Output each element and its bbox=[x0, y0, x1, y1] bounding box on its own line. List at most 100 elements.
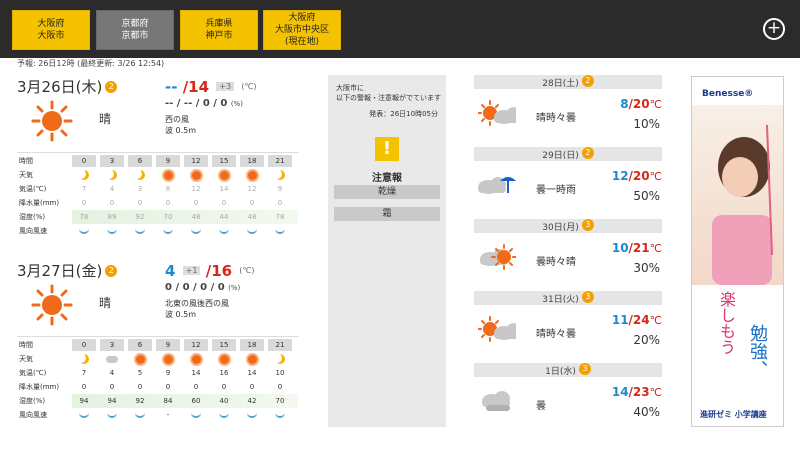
grid-cell: 0 bbox=[165, 199, 171, 207]
ad-brand: Benesse® bbox=[702, 89, 754, 99]
grid-cell bbox=[184, 353, 208, 365]
grid-cell: 70 bbox=[275, 397, 285, 405]
grid-cell: 48 bbox=[191, 213, 201, 221]
grid-cell bbox=[212, 225, 236, 237]
grid-cell: 21 bbox=[268, 339, 292, 351]
week-temp: 10/21℃ bbox=[612, 241, 662, 255]
sun-cloud-icon bbox=[478, 100, 516, 126]
grid-cell: 10 bbox=[275, 369, 285, 377]
grid-cell bbox=[268, 409, 292, 421]
add-location-button[interactable]: + bbox=[763, 18, 785, 40]
grid-cell: 0 bbox=[249, 383, 255, 391]
grid-cell bbox=[100, 353, 124, 365]
week-day-header: 31日(火) 3 bbox=[474, 291, 662, 305]
grid-cell bbox=[184, 169, 208, 181]
grid-cell: 94 bbox=[79, 397, 89, 405]
grid-cell: 0 bbox=[193, 199, 199, 207]
wind-icon bbox=[247, 410, 257, 418]
grid-cell: 0 bbox=[72, 339, 96, 351]
week-max-temp: /23 bbox=[628, 385, 650, 399]
max-temp: /16 bbox=[205, 262, 233, 280]
grid-cell: 8 bbox=[165, 185, 171, 193]
grid-cell bbox=[100, 225, 124, 237]
week-temp: 8/20℃ bbox=[620, 97, 662, 111]
ad-copy-1: 勉強、 bbox=[747, 324, 768, 378]
week-day-header: 28日(土) 2 bbox=[474, 75, 662, 89]
sun-icon bbox=[163, 171, 173, 180]
grid-cell: 9 bbox=[165, 369, 171, 377]
grid-cell: 60 bbox=[191, 397, 201, 405]
sun-icon bbox=[247, 171, 257, 180]
week-min-temp: 12 bbox=[611, 169, 629, 183]
grid-cell: 89 bbox=[107, 213, 117, 221]
grid-label: 天気 bbox=[19, 355, 33, 363]
grid-cell: 5 bbox=[137, 369, 143, 377]
week-desc: 曇 bbox=[536, 401, 546, 412]
grid-cell: 0 bbox=[249, 199, 255, 207]
grid-cell: 0 bbox=[81, 199, 87, 207]
wind-icon bbox=[107, 410, 117, 418]
sun-icon bbox=[219, 355, 229, 364]
week-temp-unit: ℃ bbox=[649, 98, 662, 111]
weather-desc: 晴 bbox=[99, 296, 112, 310]
grid-cell: 12 bbox=[247, 185, 257, 193]
week-pop: 20% bbox=[633, 333, 660, 347]
temperature-range: -- /14 +3 (℃) bbox=[165, 78, 257, 96]
warning-title: 大阪市に 以下の警報・注意報がでています bbox=[336, 84, 441, 102]
wind-icon bbox=[275, 410, 285, 418]
week-pop: 40% bbox=[633, 405, 660, 419]
week-date: 31日(火) bbox=[542, 295, 579, 305]
temp-diff: +1 bbox=[182, 266, 201, 275]
week-desc: 晴時々曇 bbox=[536, 329, 576, 340]
grid-label: 気温(℃) bbox=[19, 185, 47, 193]
week-max-temp: /24 bbox=[628, 313, 650, 327]
grid-cell bbox=[128, 169, 152, 181]
grid-cell bbox=[240, 169, 264, 181]
grid-cell bbox=[212, 169, 236, 181]
wind-icon bbox=[191, 410, 201, 418]
index-badge: 2 bbox=[581, 75, 594, 87]
grid-cell: 0 bbox=[137, 383, 143, 391]
wind-wave: 北東の風後西の風 波 0.5m bbox=[165, 299, 229, 319]
temperature-range: 4 +1 /16 (℃) bbox=[165, 262, 255, 280]
grid-cell: - bbox=[156, 409, 180, 421]
warning-item-frost[interactable]: 霜 bbox=[334, 207, 440, 221]
grid-cell bbox=[156, 225, 180, 237]
advertisement[interactable]: Benesse® 勉強、 楽しもう 進研ゼミ 小学講座 bbox=[691, 76, 784, 427]
location-tab-osaka[interactable]: 大阪府 大阪市 bbox=[12, 10, 90, 50]
grid-cell bbox=[128, 353, 152, 365]
index-badge: 3 bbox=[578, 363, 591, 375]
sun-cloud-icon bbox=[478, 316, 516, 342]
grid-cell: 0 bbox=[221, 199, 227, 207]
week-date: 29日(日) bbox=[542, 151, 579, 161]
grid-label: 湿度(%) bbox=[19, 213, 46, 221]
grid-cell bbox=[240, 409, 264, 421]
grid-cell: 84 bbox=[163, 397, 173, 405]
week-temp-unit: ℃ bbox=[649, 386, 662, 399]
grid-cell: 6 bbox=[128, 155, 152, 167]
week-max-temp: /21 bbox=[628, 241, 650, 255]
weather-desc: 晴 bbox=[99, 112, 112, 126]
grid-cell bbox=[128, 409, 152, 421]
warning-item-dry[interactable]: 乾燥 bbox=[334, 185, 440, 199]
location-tab-kobe[interactable]: 兵庫県 神戸市 bbox=[180, 10, 258, 50]
wind-icon bbox=[275, 226, 285, 234]
grid-cell: 9 bbox=[277, 185, 283, 193]
grid-cell bbox=[212, 409, 236, 421]
warning-icon: ! bbox=[375, 137, 399, 161]
week-day-header: 1日(水) 3 bbox=[474, 363, 662, 377]
grid-cell: 6 bbox=[128, 339, 152, 351]
location-tab-kyoto[interactable]: 京都府 京都市 bbox=[96, 10, 174, 50]
grid-cell: 92 bbox=[135, 213, 145, 221]
grid-cell: 12 bbox=[184, 155, 208, 167]
week-temp: 11/24℃ bbox=[612, 313, 662, 327]
sun-icon bbox=[31, 284, 73, 326]
grid-cell: 0 bbox=[193, 383, 199, 391]
grid-cell bbox=[72, 409, 96, 421]
grid-cell bbox=[156, 169, 180, 181]
grid-cell: 0 bbox=[277, 383, 283, 391]
grid-cell bbox=[72, 169, 96, 181]
location-tab-current[interactable]: 大阪府 大阪市中央区 (現在地) bbox=[263, 10, 341, 50]
wind-icon bbox=[135, 410, 145, 418]
sun-icon bbox=[135, 355, 145, 364]
